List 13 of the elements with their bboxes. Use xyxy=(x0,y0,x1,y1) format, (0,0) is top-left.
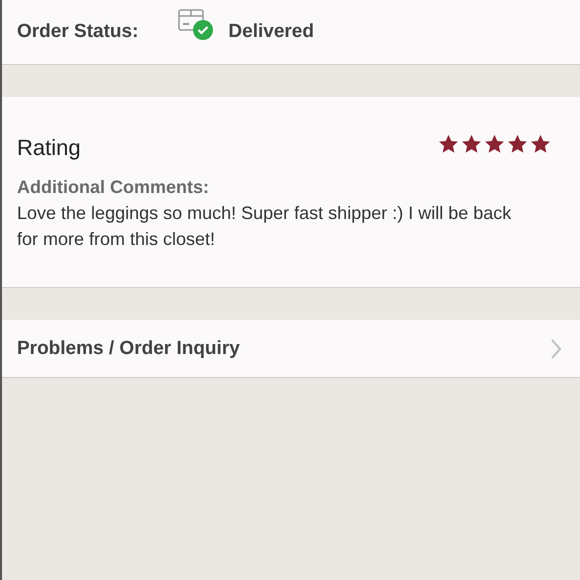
order-inquiry-label: Problems / Order Inquiry xyxy=(17,338,240,360)
star-icon xyxy=(461,134,482,154)
rating-title: Rating xyxy=(17,135,81,161)
star-icon xyxy=(484,134,505,154)
star-icon xyxy=(530,134,551,154)
chevron-right-icon xyxy=(550,338,562,360)
comments-text: Love the leggings so much! Super fast shipper :) I will be back for more from this closet! xyxy=(17,202,512,251)
comments-label: Additional Comments: xyxy=(17,177,210,198)
order-status-value: Delivered xyxy=(228,21,314,43)
order-inquiry-row[interactable]: Problems / Order Inquiry xyxy=(2,320,580,377)
star-icon xyxy=(507,134,528,154)
order-status-label: Order Status: xyxy=(17,21,138,43)
star-icon xyxy=(438,134,459,154)
